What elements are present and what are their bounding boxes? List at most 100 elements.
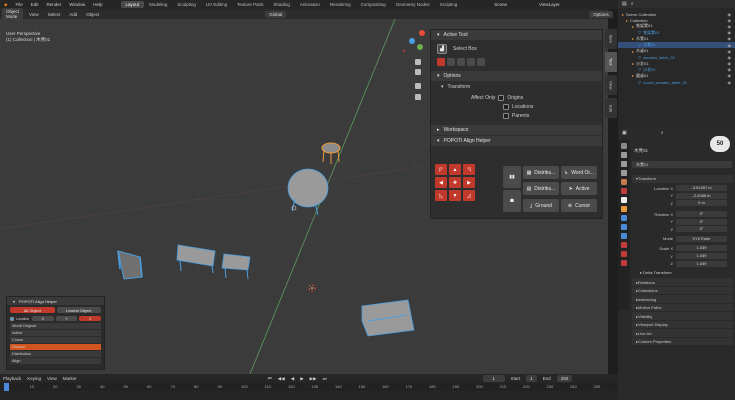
timeline-ruler[interactable]: 0102030405060708090100110120130140150160… — [0, 383, 618, 391]
operator-panel-title[interactable]: ▾ POPOTI Align Helper — [7, 297, 104, 305]
properties-search-icon[interactable]: ⌕ — [661, 130, 664, 136]
align-center-icon[interactable]: ✚ — [449, 177, 461, 188]
distribute-button-2[interactable]: ▤ Distribu... — [523, 182, 559, 195]
menu-edit[interactable]: Edit — [27, 2, 43, 7]
world-tab-icon[interactable] — [621, 188, 627, 194]
select-mode-extend-icon[interactable] — [447, 58, 455, 66]
align-cursor-button[interactable]: ⊕ Cursor — [561, 199, 597, 212]
scene-selector[interactable]: Scene — [490, 2, 511, 7]
workspace-header[interactable]: ▸ Workspace — [431, 125, 602, 135]
next-key-icon[interactable]: ▶▶ — [310, 376, 317, 382]
select-mode-invert-icon[interactable] — [467, 58, 475, 66]
rotation-z-field[interactable]: 0° — [676, 226, 727, 233]
axis-y-toggle[interactable]: Y — [55, 316, 78, 321]
end-frame-field[interactable]: 250 — [556, 375, 573, 382]
workspace-tab-scripting[interactable]: Scripting — [435, 1, 463, 8]
align-ground-button[interactable]: ⤓ Ground — [523, 199, 559, 212]
target-option[interactable]: Cursor — [10, 337, 101, 343]
start-frame-field[interactable]: 1 — [526, 375, 537, 382]
workspace-tab-modeling[interactable]: Modeling — [144, 1, 172, 8]
outliner-row[interactable]: ▽ round_wooden_table_01 ◉ — [618, 79, 735, 85]
lowest-object-button[interactable]: Lowest Object — [56, 307, 101, 313]
align-bottom-left-icon[interactable]: ◺ — [435, 190, 447, 201]
active-tool-header[interactable]: ▾ Active Tool — [431, 30, 602, 40]
constraints-tab-icon[interactable] — [621, 242, 627, 248]
sidebar-tab-item[interactable]: Item — [605, 29, 617, 49]
properties-section-header[interactable]: ▸ Custom Properties — [632, 337, 733, 346]
transform-section-header[interactable]: ▾ Transform — [632, 175, 733, 183]
distribute-x-icon[interactable]: ▮▮ — [503, 166, 521, 188]
sofa-object[interactable] — [361, 299, 415, 337]
align-right-icon[interactable]: ▶ — [463, 177, 475, 188]
workspace-tab-uv-editing[interactable]: UV Editing — [201, 1, 232, 8]
marker-menu[interactable]: Marker — [63, 376, 77, 381]
transform-subheader[interactable]: ▾ Transform — [431, 81, 602, 93]
scale-z-field[interactable]: 1.039 — [676, 260, 727, 267]
align-bottom-right-icon[interactable]: ◿ — [463, 190, 475, 201]
align-top-left-icon[interactable]: ◸ — [435, 164, 447, 175]
object-name-field[interactable]: 木凳01 — [632, 161, 732, 168]
delta-transform-header[interactable]: ▸ Delta Transform — [618, 267, 735, 277]
all-object-button[interactable]: All Object — [10, 307, 55, 313]
visibility-eye-icon[interactable]: ◉ — [728, 67, 735, 72]
menu-window[interactable]: Window — [65, 2, 89, 7]
target-option[interactable]: Align — [10, 358, 101, 364]
view-layer-tab-icon[interactable] — [621, 170, 627, 176]
axis-x-toggle[interactable]: X — [32, 316, 54, 321]
origins-checkbox[interactable] — [498, 95, 505, 101]
particles-tab-icon[interactable] — [621, 224, 627, 230]
viewport-options-button[interactable]: Options — [589, 10, 613, 18]
visibility-eye-icon[interactable]: ◉ — [728, 49, 735, 54]
properties-section-header[interactable]: ▸ Instancing — [632, 295, 733, 303]
visibility-eye-icon[interactable]: ◉ — [728, 30, 735, 35]
options-header[interactable]: ▾ Options — [431, 71, 602, 81]
sidebar-tab-edit[interactable]: Edit — [605, 98, 617, 118]
workspace-tab-shading[interactable]: Shading — [268, 1, 295, 8]
target-option[interactable]: Ground — [10, 344, 101, 350]
rotation-x-field[interactable]: 0° — [676, 211, 727, 218]
visibility-eye-icon[interactable]: ◉ — [728, 55, 735, 60]
material-tab-icon[interactable] — [621, 260, 627, 266]
playback-menu[interactable]: Playback — [3, 376, 21, 381]
workspace-tab-layout[interactable]: Layout — [120, 1, 145, 8]
physics-tab-icon[interactable] — [621, 233, 627, 239]
viewport-menu-select[interactable]: Select — [45, 12, 64, 17]
scene-tab-icon[interactable] — [621, 179, 627, 185]
play-icon[interactable]: ▶ — [300, 376, 303, 382]
user-icon[interactable]: ☗ — [503, 190, 521, 212]
sidebar-tab-tool[interactable]: Tool — [605, 52, 617, 72]
workspace-tab-geometry-nodes[interactable]: Geometry Nodes — [391, 1, 435, 8]
outliner-search-icon[interactable]: ⌕ — [631, 1, 634, 7]
axis-z-toggle[interactable]: Z — [79, 316, 102, 321]
output-tab-icon[interactable] — [621, 161, 627, 167]
popoti-header[interactable]: ▾ POPOTI Align Helper — [431, 136, 602, 146]
menu-help[interactable]: Help — [89, 2, 106, 7]
transform-orientation-dropdown[interactable]: Global — [265, 10, 287, 18]
workspace-tab-animation[interactable]: Animation — [295, 1, 325, 8]
keying-menu[interactable]: Keying — [27, 376, 41, 381]
target-option[interactable]: World Original — [10, 323, 101, 329]
timeline-view-menu[interactable]: View — [47, 376, 57, 381]
blender-logo-icon[interactable]: ◆ — [0, 2, 11, 8]
select-mode-new-icon[interactable] — [437, 58, 445, 66]
word-origin-button[interactable]: ↳ Word Or... — [561, 166, 597, 179]
distribute-button-1[interactable]: ▦ Distribu... — [523, 166, 559, 179]
scale-x-field[interactable]: 1.039 — [676, 245, 727, 252]
location-x-field[interactable]: -3.91357 m — [676, 185, 727, 192]
jump-start-icon[interactable]: ⏮ — [268, 376, 272, 381]
timeline-playhead[interactable] — [4, 383, 9, 391]
parents-checkbox[interactable] — [503, 113, 509, 119]
modifier-tab-icon[interactable] — [621, 215, 627, 221]
workspace-tab-rendering[interactable]: Rendering — [325, 1, 356, 8]
workspace-tab-texture-paint[interactable]: Texture Paint — [232, 1, 268, 8]
jump-end-icon[interactable]: ⏭ — [323, 376, 327, 381]
properties-section-header[interactable]: ▸ Collections — [632, 286, 733, 295]
visibility-eye-icon[interactable]: ◉ — [728, 80, 735, 85]
target-option[interactable]: Active — [10, 330, 101, 336]
align-bottom-icon[interactable]: ▼ — [449, 190, 461, 201]
location-z-field[interactable]: 0 m — [676, 200, 727, 207]
properties-section-header[interactable]: ▸ Relations — [632, 278, 733, 286]
align-active-button[interactable]: ➤ Active — [561, 182, 597, 195]
align-top-icon[interactable]: ▲ — [449, 164, 461, 175]
properties-section-header[interactable]: ▸ Viewport Display — [632, 320, 733, 329]
